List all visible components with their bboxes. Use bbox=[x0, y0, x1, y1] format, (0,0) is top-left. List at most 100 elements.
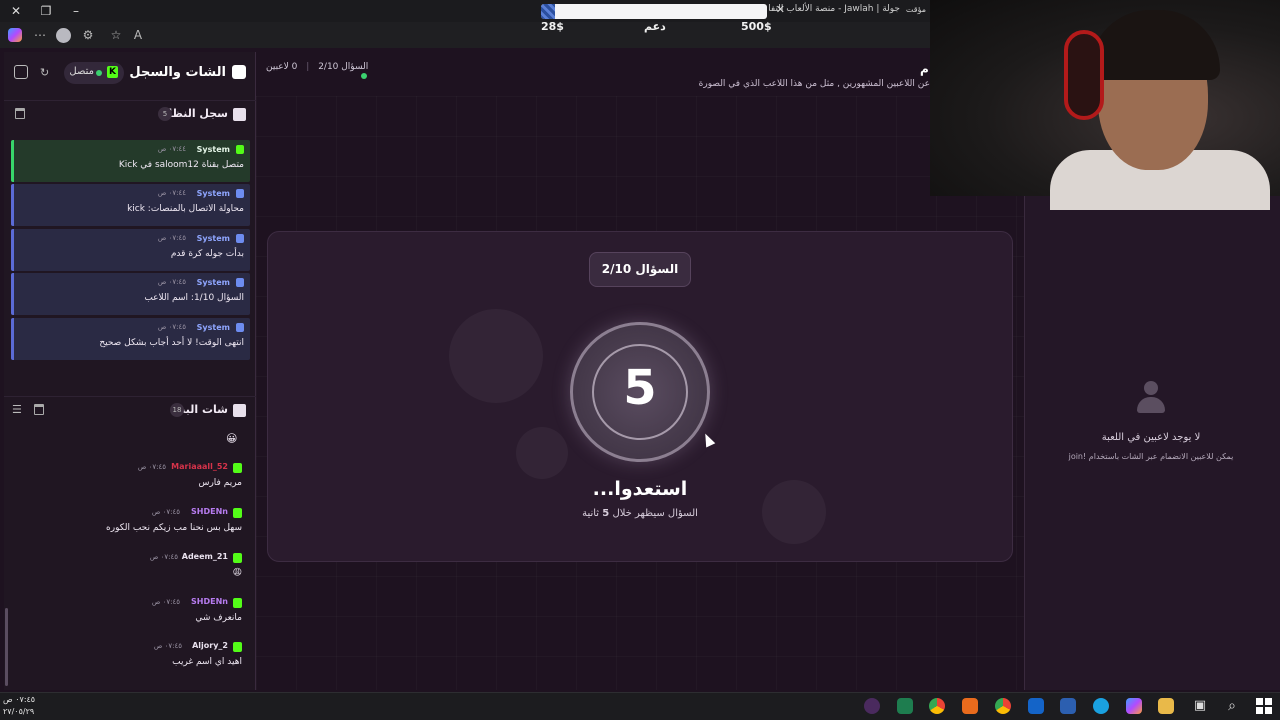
message-author[interactable]: Aljory_2 bbox=[192, 641, 228, 650]
search-icon[interactable]: ⌕ bbox=[1224, 698, 1240, 714]
message-text: بدأت جوله كرة قدم bbox=[170, 249, 244, 259]
windows-start-icon[interactable] bbox=[1256, 698, 1272, 714]
chat-message: Aljory_2 ٠٧:٤٥ ص اهيد اي اسم غريب bbox=[8, 641, 248, 682]
donation-progress-bar bbox=[541, 4, 767, 19]
read-aloud-icon[interactable]: A bbox=[130, 27, 146, 43]
online-dot bbox=[361, 73, 367, 79]
system-icon bbox=[236, 323, 244, 332]
question-number-pill: السؤال 2/10 bbox=[589, 252, 691, 287]
message-text: سهل بس نحنا مب زيكم نحب الكوره bbox=[106, 523, 242, 533]
countdown-number: 5 bbox=[623, 360, 657, 416]
online-dot bbox=[96, 70, 102, 76]
info-icon bbox=[233, 108, 246, 121]
message-author[interactable]: SHDENn bbox=[191, 507, 228, 516]
no-players-hint: يمكن للاعبين الانضمام عبر الشات باستخدام… bbox=[1068, 452, 1234, 461]
kick-icon bbox=[233, 553, 242, 563]
message-time: ٠٧:٤٥ ص bbox=[151, 508, 180, 516]
clear-log-trash-icon[interactable] bbox=[15, 108, 25, 119]
ready-sub-after: ثانية bbox=[582, 508, 600, 519]
message-text: انتهى الوقت! لا أحد أجاب بشكل صحيح bbox=[99, 338, 244, 348]
chat-bubble-icon bbox=[233, 404, 246, 417]
tab-prefix: مؤقت bbox=[905, 5, 926, 14]
taskbar-time[interactable]: ٠٧:٤٥ ص bbox=[3, 695, 35, 704]
system-log-count: 5 bbox=[158, 107, 172, 121]
chat-scrollbar[interactable] bbox=[5, 608, 8, 686]
user-icon bbox=[1136, 381, 1166, 415]
message-author[interactable]: Adeem_21 bbox=[182, 552, 228, 561]
edge-icon[interactable] bbox=[1093, 698, 1109, 714]
file-explorer-icon[interactable] bbox=[1158, 698, 1174, 714]
message-author[interactable]: Mariaaall_52 bbox=[171, 462, 228, 471]
outlook-icon[interactable] bbox=[1028, 698, 1044, 714]
kick-icon: K bbox=[107, 66, 118, 78]
message-text: 😩 bbox=[232, 568, 242, 578]
refresh-icon[interactable]: ↻ bbox=[40, 66, 49, 79]
align-icon[interactable]: ☰ bbox=[12, 403, 22, 416]
close-window-icon[interactable]: ✕ bbox=[8, 3, 24, 19]
system-icon bbox=[236, 234, 244, 243]
decor-bubble bbox=[449, 309, 543, 403]
message-time: ٠٧:٤٥ ص bbox=[137, 463, 166, 471]
kick-icon bbox=[236, 145, 244, 154]
favorite-star-icon[interactable]: ☆ bbox=[108, 27, 124, 43]
connection-status-text: متصل bbox=[69, 66, 94, 77]
restore-window-icon[interactable]: ❐ bbox=[38, 3, 54, 19]
no-players-title: لا يوجد لاعبين في اللعبة bbox=[1101, 432, 1201, 443]
message-author: System bbox=[196, 323, 230, 332]
extensions-icon[interactable]: ⚙ bbox=[80, 27, 96, 43]
system-log-message: System ٠٧:٤٥ ص السؤال 1/10: اسم اللاعب bbox=[11, 273, 250, 315]
chat-bubble-icon bbox=[232, 65, 246, 79]
message-author[interactable]: SHDENn bbox=[191, 597, 228, 606]
more-icon[interactable]: ⋯ bbox=[32, 27, 48, 43]
donation-label: دعم bbox=[644, 20, 666, 33]
game-status-line: السؤال 2/10 | 0 لاعبين bbox=[266, 62, 369, 72]
message-time: ٠٧:٤٤ ص bbox=[157, 145, 186, 153]
app-icon[interactable] bbox=[897, 698, 913, 714]
chat-message: Mariaaall_52 ٠٧:٤٥ ص مريم فارس bbox=[8, 462, 248, 503]
profile-avatar-icon[interactable] bbox=[56, 28, 71, 43]
decor-bubble bbox=[516, 427, 568, 479]
message-text: مانعرف شي bbox=[195, 613, 242, 623]
collapse-panel-icon[interactable] bbox=[14, 65, 28, 79]
chat-log-panel: الشات والسجل K متصل ↻ سجل النظام 5 Syste… bbox=[4, 52, 256, 690]
taskbar-date[interactable]: ٢٧/٠٥/٢٩ bbox=[3, 707, 34, 716]
chat-message: Adeem_21 ٠٧:٤٥ ص 😩 bbox=[8, 552, 248, 593]
chat-message: SHDENn ٠٧:٤٥ ص مانعرف شي bbox=[8, 597, 248, 638]
message-time: ٠٧:٤٥ ص bbox=[157, 234, 186, 242]
copilot-icon[interactable] bbox=[1126, 698, 1142, 714]
ready-sub-before: السؤال سيظهر خلال bbox=[612, 508, 698, 519]
app-icon[interactable] bbox=[864, 698, 880, 714]
message-time: ٠٧:٤٥ ص bbox=[153, 642, 182, 650]
kick-icon bbox=[233, 598, 242, 608]
message-author: System bbox=[196, 278, 230, 287]
copilot-icon[interactable] bbox=[8, 28, 22, 42]
chrome-icon[interactable] bbox=[929, 698, 945, 714]
question-progress-text: السؤال 2/10 bbox=[318, 62, 369, 72]
message-text: محاولة الاتصال بالمنصات: kick bbox=[127, 204, 244, 214]
player-count-text: 0 لاعبين bbox=[266, 62, 298, 72]
system-icon bbox=[236, 189, 244, 198]
donation-progress-fill bbox=[541, 4, 555, 19]
game-description: عن اللاعبين المشهورين , مثل من هذا اللاع… bbox=[698, 79, 930, 89]
message-text: مريم فارس bbox=[198, 478, 242, 488]
system-log-message: System ٠٧:٤٥ ص انتهى الوقت! لا أحد أجاب بش… bbox=[11, 318, 250, 360]
clear-chat-trash-icon[interactable] bbox=[34, 404, 44, 415]
game-title-fragment: م bbox=[920, 62, 929, 76]
headset-icon bbox=[1064, 30, 1104, 120]
chat-log-title: الشات والسجل bbox=[129, 65, 226, 80]
kick-icon bbox=[233, 463, 242, 473]
kick-icon bbox=[233, 642, 242, 652]
message-time: ٠٧:٤٥ ص bbox=[149, 553, 178, 561]
task-view-icon[interactable]: ▣ bbox=[1192, 698, 1208, 714]
app-icon[interactable] bbox=[962, 698, 978, 714]
message-author: System bbox=[196, 234, 230, 243]
minimize-window-icon[interactable]: – bbox=[68, 3, 84, 19]
message-time: ٠٧:٤٥ ص bbox=[157, 323, 186, 331]
decor-bubble bbox=[762, 480, 826, 544]
store-icon[interactable] bbox=[1060, 698, 1076, 714]
tab-title[interactable]: جولة | Jawlah - منصة الألعاب التفا bbox=[768, 4, 900, 14]
chrome-icon[interactable] bbox=[995, 698, 1011, 714]
get-ready-subtitle: السؤال سيظهر خلال 5 ثانية bbox=[520, 508, 760, 519]
system-log-message: System ٠٧:٤٥ ص بدأت جوله كرة قدم bbox=[11, 229, 250, 271]
donation-current: 28$ bbox=[541, 20, 564, 33]
